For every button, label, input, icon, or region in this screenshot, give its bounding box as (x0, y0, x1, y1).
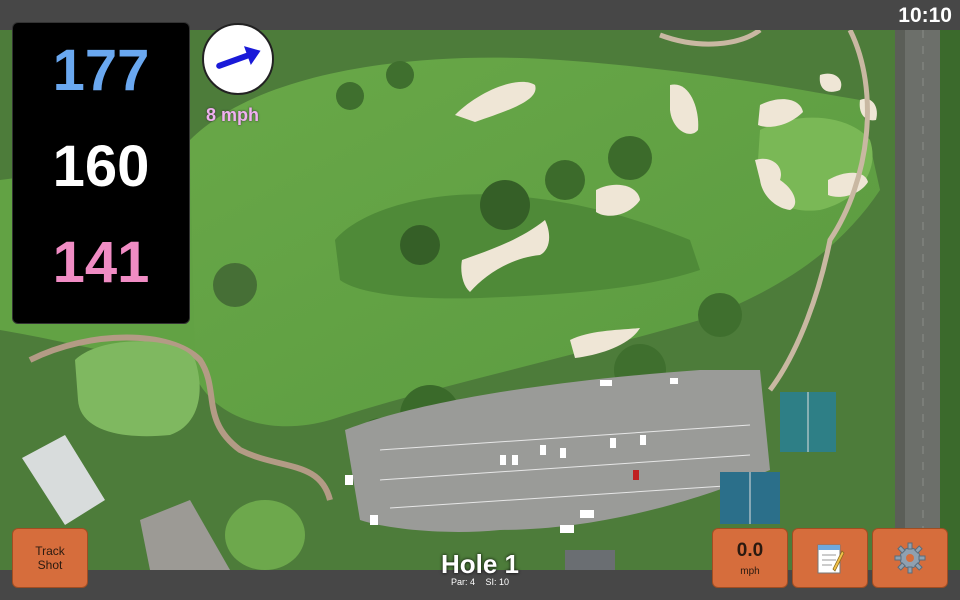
settings-button[interactable] (872, 528, 948, 588)
notes-button[interactable] (792, 528, 868, 588)
gear-icon (894, 542, 926, 574)
notepad-icon (817, 544, 845, 574)
distance-back: 177 (52, 38, 150, 103)
clock: 10:10 (898, 4, 952, 27)
arrow-right-icon (216, 46, 261, 69)
wind-direction-indicator (202, 23, 274, 95)
hole-stroke-index: SI: 10 (485, 577, 510, 587)
hole-meta: Par: 4 SI: 10 (380, 577, 580, 587)
track-shot-label: Track Shot (35, 544, 65, 572)
hole-title: Hole 1 (440, 549, 520, 579)
track-shot-button[interactable]: Track Shot (12, 528, 88, 588)
distance-panel: 177 160 141 (12, 22, 190, 324)
distance-middle: 160 (52, 134, 150, 199)
distance-front: 141 (52, 230, 150, 295)
hole-par: Par: 4 (450, 577, 475, 587)
wind-speed-value: 0.0 (736, 539, 764, 561)
wind-speed-unit: mph (740, 565, 760, 577)
wind-speed-button[interactable]: 0.0 mph (712, 528, 788, 588)
wind-speed-label: 8 mph (206, 105, 260, 125)
